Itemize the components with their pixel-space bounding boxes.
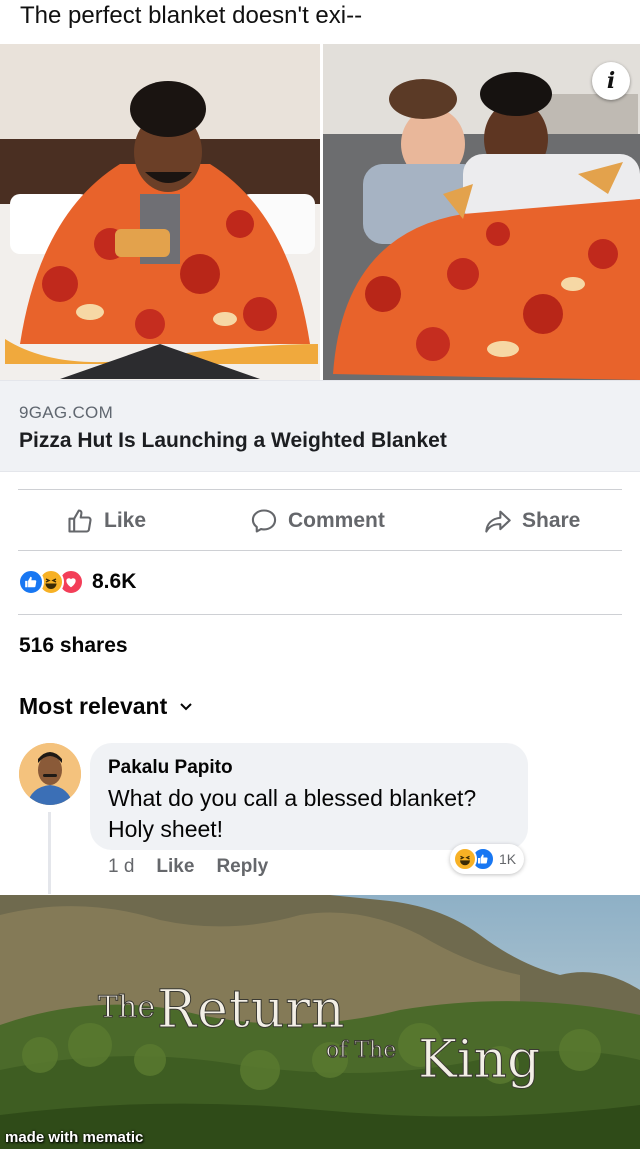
comment-timestamp[interactable]: 1 d bbox=[108, 856, 134, 878]
sort-label: Most relevant bbox=[19, 693, 168, 719]
share-count[interactable]: 516 shares bbox=[19, 634, 128, 658]
comment-sort-dropdown[interactable]: Most relevant bbox=[19, 693, 193, 720]
share-label: Share bbox=[522, 509, 581, 532]
comment-button[interactable]: Comment bbox=[250, 492, 385, 550]
comment-reaction-count: 1K bbox=[499, 851, 517, 867]
comment-reply-button[interactable]: Reply bbox=[216, 856, 268, 878]
watermark: made with mematic bbox=[5, 1129, 144, 1146]
divider bbox=[18, 550, 622, 551]
share-button[interactable]: Share bbox=[484, 492, 580, 550]
haha-reaction-icon bbox=[453, 847, 477, 871]
link-title: Pizza Hut Is Launching a Weighted Blanke… bbox=[19, 429, 447, 452]
comment-label: Comment bbox=[288, 509, 385, 532]
post-action-bar: Like Comment Share bbox=[0, 492, 640, 550]
share-icon bbox=[485, 510, 511, 533]
reactions-summary[interactable]: 8.6K bbox=[18, 566, 136, 598]
divider bbox=[18, 614, 622, 615]
divider bbox=[18, 489, 622, 490]
info-icon[interactable]: i bbox=[592, 62, 630, 100]
reaction-count: 8.6K bbox=[92, 570, 137, 593]
comment-text-line-2: Holy sheet! bbox=[108, 816, 224, 842]
photo-man-in-pizza-blanket bbox=[0, 44, 320, 380]
comment-reactions[interactable]: 1K bbox=[450, 844, 525, 874]
like-reaction-icon bbox=[18, 569, 44, 595]
link-domain: 9GAG.COM bbox=[19, 403, 114, 422]
like-button[interactable]: Like bbox=[66, 492, 146, 550]
comment-text-line-1: What do you call a blessed blanket? bbox=[108, 785, 477, 811]
meme-image-return-of-the-king: The Return of The King made with mematic bbox=[0, 895, 640, 1149]
comment-bubble[interactable]: Pakalu Papito What do you call a blessed… bbox=[90, 743, 528, 850]
link-preview-card[interactable]: 9GAG.COM Pizza Hut Is Launching a Weight… bbox=[0, 380, 640, 472]
meme-caption: The perfect blanket doesn't exi-- bbox=[20, 2, 363, 29]
chevron-down-icon bbox=[180, 702, 192, 710]
meme-title-return: Return bbox=[157, 980, 346, 1040]
avatar[interactable] bbox=[19, 743, 81, 805]
thread-line bbox=[48, 812, 51, 894]
meme-title-the: The bbox=[98, 990, 155, 1025]
thumbs-up-icon bbox=[68, 509, 92, 533]
comment-author[interactable]: Pakalu Papito bbox=[108, 757, 510, 779]
like-label: Like bbox=[104, 509, 147, 532]
photo-couple-in-pizza-blanket: i bbox=[323, 44, 640, 380]
meme-title-of-the: of The bbox=[326, 1038, 396, 1063]
comment-like-button[interactable]: Like bbox=[156, 856, 194, 878]
meme-title-king: King bbox=[418, 1030, 540, 1090]
comment-meta: 1 d Like Reply bbox=[108, 856, 268, 878]
post-image-collage[interactable]: i bbox=[0, 44, 640, 380]
comment-icon bbox=[251, 509, 277, 533]
